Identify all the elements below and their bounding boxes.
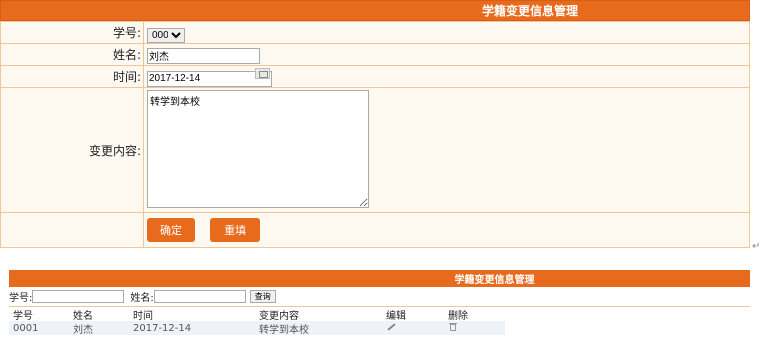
time-input[interactable]	[147, 70, 272, 87]
cell-time: 2017-12-14	[133, 322, 192, 334]
change-form: 学籍变更信息管理 学号: 0001 姓名: 时间:	[0, 0, 750, 248]
search-id-input[interactable]	[32, 290, 125, 303]
col-time: 时间	[133, 310, 153, 322]
name-label: 姓名:	[0, 43, 144, 66]
confirm-button[interactable]: 确定	[147, 218, 195, 242]
cell-student-id: 0001	[13, 322, 39, 334]
student-id-label: 学号:	[0, 21, 144, 44]
col-delete: 删除	[448, 310, 468, 322]
list-header: 学籍变更信息管理	[9, 270, 750, 287]
col-edit: 编辑	[386, 310, 406, 322]
name-input[interactable]	[147, 47, 260, 64]
content-label: 变更内容:	[0, 87, 144, 213]
search-name-input[interactable]	[153, 290, 246, 303]
form-title: 学籍变更信息管理	[481, 4, 578, 18]
content-row: 变更内容: 转学到本校	[0, 87, 750, 213]
col-name: 姓名	[73, 310, 93, 322]
return-mark: ↵	[752, 241, 761, 252]
col-content: 变更内容	[259, 310, 299, 322]
col-student-id: 学号	[13, 310, 33, 322]
button-row: 确定 重填	[0, 212, 750, 248]
cell-name: 刘杰	[73, 324, 93, 336]
student-id-row: 学号: 0001	[0, 21, 750, 44]
search-name-label: 姓名:	[130, 293, 154, 304]
list-panel: 学籍变更信息管理 学号: 姓名: 查询 学号 姓名 时间 变更内容 编辑 删除 …	[9, 270, 750, 336]
search-id-label: 学号:	[9, 293, 33, 304]
student-id-select[interactable]: 0001	[147, 27, 185, 43]
time-label: 时间:	[0, 65, 144, 88]
time-row: 时间:	[0, 65, 750, 88]
name-row: 姓名:	[0, 43, 750, 66]
calendar-icon[interactable]	[255, 68, 270, 80]
delete-icon[interactable]	[448, 322, 458, 332]
query-button[interactable]: 查询	[249, 290, 276, 303]
cell-content: 转学到本校	[259, 324, 309, 336]
date-picker	[147, 66, 272, 87]
form-table: 学号: 0001 姓名: 时间: 变更内容:	[0, 21, 750, 248]
content-textarea[interactable]: 转学到本校	[147, 89, 369, 208]
reset-button[interactable]: 重填	[210, 218, 261, 242]
search-bar: 学号: 姓名: 查询	[9, 287, 750, 307]
edit-icon[interactable]	[386, 322, 396, 332]
table-row: 0001 刘杰 2017-12-14 转学到本校	[9, 321, 505, 336]
table-header: 学号 姓名 时间 变更内容 编辑 删除	[9, 307, 750, 322]
list-title: 学籍变更信息管理	[454, 275, 535, 286]
form-header: 学籍变更信息管理	[0, 0, 750, 21]
